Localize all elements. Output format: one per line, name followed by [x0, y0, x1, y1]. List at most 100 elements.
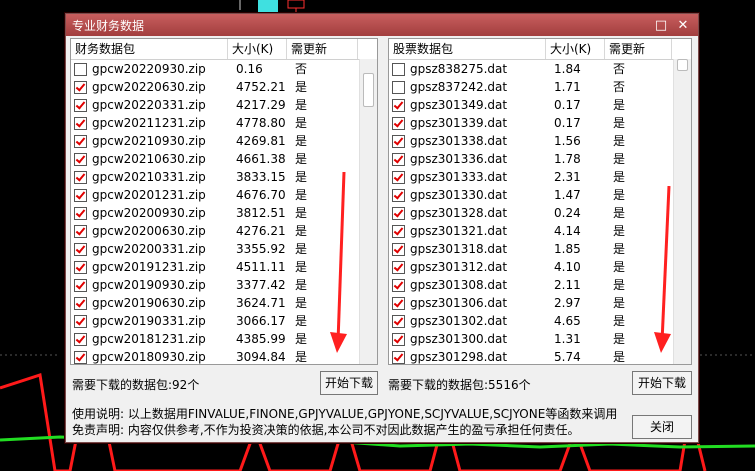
- row-checkbox[interactable]: [392, 98, 405, 112]
- row-checkbox[interactable]: [74, 152, 87, 166]
- row-checkbox[interactable]: [392, 242, 405, 256]
- row-checkbox[interactable]: [392, 296, 405, 310]
- table-row[interactable]: gpcw20211231.zip 4778.80 是: [71, 114, 377, 132]
- table-row[interactable]: gpsz301336.dat 1.78 是: [389, 150, 691, 168]
- row-checkbox[interactable]: [392, 134, 405, 148]
- row-checkbox[interactable]: [74, 278, 87, 292]
- row-checkbox[interactable]: [74, 242, 87, 256]
- table-row[interactable]: gpcw20201231.zip 4676.70 是: [71, 186, 377, 204]
- close-button[interactable]: 关闭: [632, 415, 692, 439]
- close-icon[interactable]: ✕: [672, 14, 694, 36]
- table-row[interactable]: gpsz301318.dat 1.85 是: [389, 240, 691, 258]
- table-row[interactable]: gpsz301312.dat 4.10 是: [389, 258, 691, 276]
- table-row[interactable]: gpsz837242.dat 1.71 否: [389, 78, 691, 96]
- vertical-scrollbar[interactable]: [673, 59, 691, 364]
- package-cell: gpsz301318.dat: [389, 240, 548, 258]
- table-row[interactable]: gpcw20210630.zip 4661.38 是: [71, 150, 377, 168]
- row-checkbox[interactable]: [392, 224, 405, 238]
- size-cell: 4778.80: [236, 116, 286, 130]
- left-download-button[interactable]: 开始下载: [320, 371, 378, 395]
- table-row[interactable]: gpsz301338.dat 1.56 是: [389, 132, 691, 150]
- row-checkbox[interactable]: [74, 80, 87, 94]
- row-checkbox[interactable]: [74, 62, 87, 76]
- package-name: gpcw20181231.zip: [92, 332, 206, 346]
- row-checkbox[interactable]: [392, 188, 405, 202]
- table-row[interactable]: gpsz301330.dat 1.47 是: [389, 186, 691, 204]
- row-checkbox[interactable]: [74, 98, 87, 112]
- stock-package-list[interactable]: 股票数据包 大小(K) 需更新 gpsz838275.dat 1.84 否 gpsz8…: [388, 38, 692, 365]
- table-row[interactable]: gpcw20200331.zip 3355.92 是: [71, 240, 377, 258]
- table-row[interactable]: gpcw20210930.zip 4269.81 是: [71, 132, 377, 150]
- row-checkbox[interactable]: [74, 332, 87, 346]
- row-checkbox[interactable]: [74, 134, 87, 148]
- update-cell: 是: [295, 296, 308, 310]
- table-row[interactable]: gpcw20200930.zip 3812.51 是: [71, 204, 377, 222]
- table-row[interactable]: gpcw20180930.zip 3094.84 是: [71, 348, 377, 364]
- update-cell: 是: [613, 134, 626, 148]
- table-row[interactable]: gpsz301321.dat 4.14 是: [389, 222, 691, 240]
- size-cell: 1.71: [554, 80, 581, 94]
- row-checkbox[interactable]: [392, 278, 405, 292]
- table-row[interactable]: gpsz301328.dat 0.24 是: [389, 204, 691, 222]
- row-checkbox[interactable]: [74, 116, 87, 130]
- column-header-size[interactable]: 大小(K): [228, 39, 287, 59]
- column-header-update[interactable]: 需更新: [605, 39, 672, 59]
- table-row[interactable]: gpcw20190930.zip 3377.42 是: [71, 276, 377, 294]
- row-checkbox[interactable]: [74, 350, 87, 364]
- row-checkbox[interactable]: [392, 314, 405, 328]
- row-checkbox[interactable]: [392, 116, 405, 130]
- column-header-package[interactable]: 财务数据包: [71, 39, 228, 59]
- row-checkbox[interactable]: [392, 350, 405, 364]
- table-row[interactable]: gpcw20220930.zip 0.16 否: [71, 60, 377, 78]
- package-cell: gpsz301321.dat: [389, 222, 548, 240]
- size-cell: 3812.51: [236, 206, 286, 220]
- row-checkbox[interactable]: [392, 206, 405, 220]
- update-cell: 是: [295, 332, 308, 346]
- table-row[interactable]: gpsz301308.dat 2.11 是: [389, 276, 691, 294]
- vertical-scrollbar[interactable]: [359, 59, 377, 364]
- title-bar[interactable]: 专业财务数据 □ ✕: [66, 14, 698, 36]
- table-row[interactable]: gpcw20210331.zip 3833.15 是: [71, 168, 377, 186]
- row-checkbox[interactable]: [74, 206, 87, 220]
- maximize-icon[interactable]: □: [650, 14, 672, 36]
- table-row[interactable]: gpcw20220630.zip 4752.21 是: [71, 78, 377, 96]
- column-header-update[interactable]: 需更新: [287, 39, 358, 59]
- table-row[interactable]: gpcw20191231.zip 4511.11 是: [71, 258, 377, 276]
- table-row[interactable]: gpsz301339.dat 0.17 是: [389, 114, 691, 132]
- table-row[interactable]: gpcw20190630.zip 3624.71 是: [71, 294, 377, 312]
- package-cell: gpcw20190331.zip: [71, 312, 230, 330]
- table-row[interactable]: gpcw20220331.zip 4217.29 是: [71, 96, 377, 114]
- row-checkbox[interactable]: [74, 188, 87, 202]
- row-checkbox[interactable]: [392, 80, 405, 94]
- table-row[interactable]: gpsz301349.dat 0.17 是: [389, 96, 691, 114]
- row-checkbox[interactable]: [392, 170, 405, 184]
- package-name: gpsz301338.dat: [410, 134, 508, 148]
- table-row[interactable]: gpsz301302.dat 4.65 是: [389, 312, 691, 330]
- right-download-button[interactable]: 开始下载: [632, 371, 692, 395]
- table-row[interactable]: gpcw20181231.zip 4385.99 是: [71, 330, 377, 348]
- table-row[interactable]: gpsz301306.dat 2.97 是: [389, 294, 691, 312]
- table-row[interactable]: gpcw20200630.zip 4276.21 是: [71, 222, 377, 240]
- row-checkbox[interactable]: [392, 62, 405, 76]
- row-checkbox[interactable]: [74, 314, 87, 328]
- row-checkbox[interactable]: [392, 332, 405, 346]
- scrollbar-thumb[interactable]: [677, 59, 688, 71]
- scrollbar-thumb[interactable]: [363, 73, 374, 107]
- column-header-package[interactable]: 股票数据包: [389, 39, 546, 59]
- table-row[interactable]: gpcw20190331.zip 3066.17 是: [71, 312, 377, 330]
- column-header-size[interactable]: 大小(K): [546, 39, 605, 59]
- row-checkbox[interactable]: [74, 260, 87, 274]
- package-cell: gpcw20190930.zip: [71, 276, 230, 294]
- row-checkbox[interactable]: [392, 152, 405, 166]
- package-name: gpsz837242.dat: [410, 80, 508, 94]
- row-checkbox[interactable]: [74, 296, 87, 310]
- table-row[interactable]: gpsz301298.dat 5.74 是: [389, 348, 691, 364]
- table-row[interactable]: gpsz301300.dat 1.31 是: [389, 330, 691, 348]
- finance-package-list[interactable]: 财务数据包 大小(K) 需更新 gpcw20220930.zip 0.16 否 gpc…: [70, 38, 378, 365]
- table-row[interactable]: gpsz301333.dat 2.31 是: [389, 168, 691, 186]
- row-checkbox[interactable]: [392, 260, 405, 274]
- row-checkbox[interactable]: [74, 170, 87, 184]
- row-checkbox[interactable]: [74, 224, 87, 238]
- table-row[interactable]: gpsz838275.dat 1.84 否: [389, 60, 691, 78]
- package-cell: gpcw20210331.zip: [71, 168, 230, 186]
